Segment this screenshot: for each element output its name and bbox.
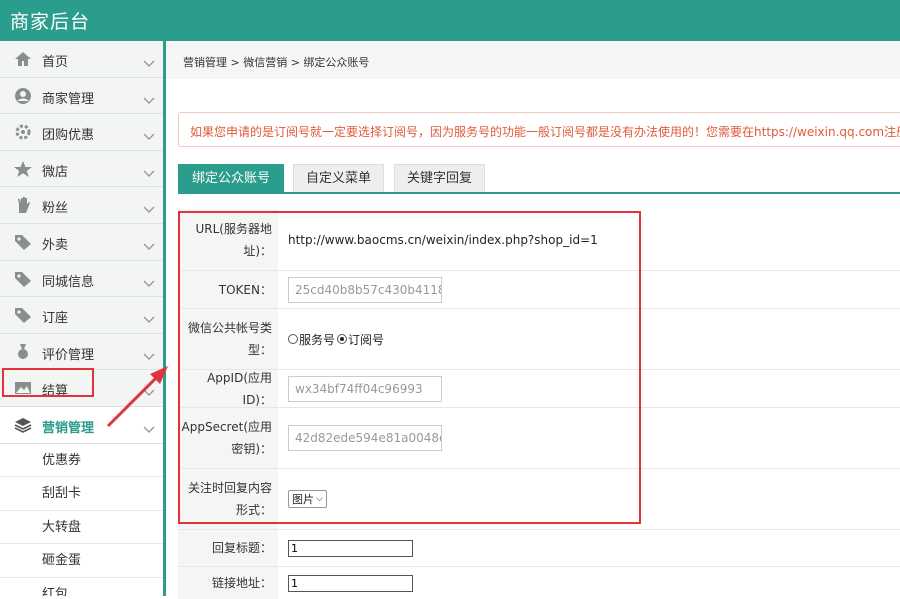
layers-icon <box>13 416 33 434</box>
sidebar-item-label: 评价管理 <box>42 347 95 363</box>
sidebar-item-label: 商家管理 <box>42 91 95 107</box>
chevron-down-icon <box>143 163 155 177</box>
tab-underline <box>178 192 900 194</box>
sidebar-subitem-0[interactable]: 优惠券 <box>0 443 163 478</box>
sidebar-item-3[interactable]: 微店 <box>0 150 163 188</box>
sidebar-subitem-3[interactable]: 砸金蛋 <box>0 544 163 578</box>
highlight-box-form <box>178 211 641 524</box>
top-header: 商家后台 <box>0 0 900 41</box>
star-icon <box>13 160 33 178</box>
medal-icon <box>13 343 33 361</box>
reply-title-input[interactable]: 1 <box>288 539 413 557</box>
tab-bind-account[interactable]: 绑定公众账号 <box>178 164 284 192</box>
tab-keyword-reply[interactable]: 关键字回复 <box>394 164 485 192</box>
sidebar-item-label: 订座 <box>42 311 69 327</box>
link-label: 链接地址： <box>178 567 278 599</box>
user-icon <box>13 87 33 105</box>
notice-text: 如果您申请的是订阅号就一定要选择订阅号，因为服务号的功能一般订阅号都是没有办法使… <box>190 125 900 139</box>
tag-icon <box>13 233 33 251</box>
chevron-down-icon <box>143 199 155 214</box>
sidebar-item-label: 首页 <box>42 55 69 70</box>
hand-icon <box>13 196 33 214</box>
tab-custom-menu[interactable]: 自定义菜单 <box>293 164 384 192</box>
chevron-down-icon <box>143 236 155 250</box>
notice-banner: 如果您申请的是订阅号就一定要选择订阅号，因为服务号的功能一般订阅号都是没有办法使… <box>178 112 900 147</box>
sidebar-subitem-4[interactable]: 红包 <box>0 577 163 596</box>
sidebar-subitem-2[interactable]: 大转盘 <box>0 510 163 545</box>
link-row: 链接地址： 1 <box>178 567 900 599</box>
breadcrumb-bar: 营销管理 > 微信营销 > 绑定公众账号 <box>166 41 900 79</box>
sidebar-item-2[interactable]: 团购优惠 <box>0 114 163 151</box>
chevron-down-icon <box>143 346 155 360</box>
highlight-box-nav <box>2 368 94 397</box>
tag-icon <box>13 306 33 324</box>
reply-title-row: 回复标题： 1 <box>178 530 900 567</box>
link-input[interactable]: 1 <box>288 574 413 592</box>
sidebar-item-label: 营销管理 <box>42 420 95 436</box>
sidebar-item-7[interactable]: 订座 <box>0 297 163 334</box>
tag-icon <box>13 270 33 288</box>
sidebar-item-label: 同城信息 <box>42 274 95 290</box>
sidebar-subitem-1[interactable]: 刮刮卡 <box>0 477 163 511</box>
sidebar-item-0[interactable]: 首页 <box>0 41 163 78</box>
annotation-arrow-icon <box>106 366 168 428</box>
gear-icon <box>13 123 33 141</box>
home-icon <box>13 50 33 68</box>
breadcrumb: 营销管理 > 微信营销 > 绑定公众账号 <box>183 56 370 69</box>
sidebar-item-label: 微店 <box>42 164 69 180</box>
sidebar-item-label: 团购优惠 <box>42 128 95 144</box>
app-title: 商家后台 <box>10 11 91 33</box>
sidebar-item-1[interactable]: 商家管理 <box>0 77 163 115</box>
sidebar: 首页 商家管理 团购优惠 微店 粉丝 外卖 同城信息 订座 评价管理 结算 营销管理 优惠券 刮刮卡 大转… <box>0 41 166 596</box>
sidebar-item-label: 粉丝 <box>42 201 69 217</box>
sidebar-item-5[interactable]: 外卖 <box>0 223 163 261</box>
reply-title-label: 回复标题： <box>178 530 278 566</box>
chevron-down-icon <box>143 53 155 67</box>
sidebar-item-4[interactable]: 粉丝 <box>0 187 163 224</box>
chevron-down-icon <box>143 309 155 324</box>
chevron-down-icon <box>143 90 155 104</box>
chevron-down-icon <box>143 126 155 141</box>
chevron-down-icon <box>143 273 155 287</box>
sidebar-item-6[interactable]: 同城信息 <box>0 260 163 298</box>
sidebar-item-label: 外卖 <box>42 237 69 253</box>
